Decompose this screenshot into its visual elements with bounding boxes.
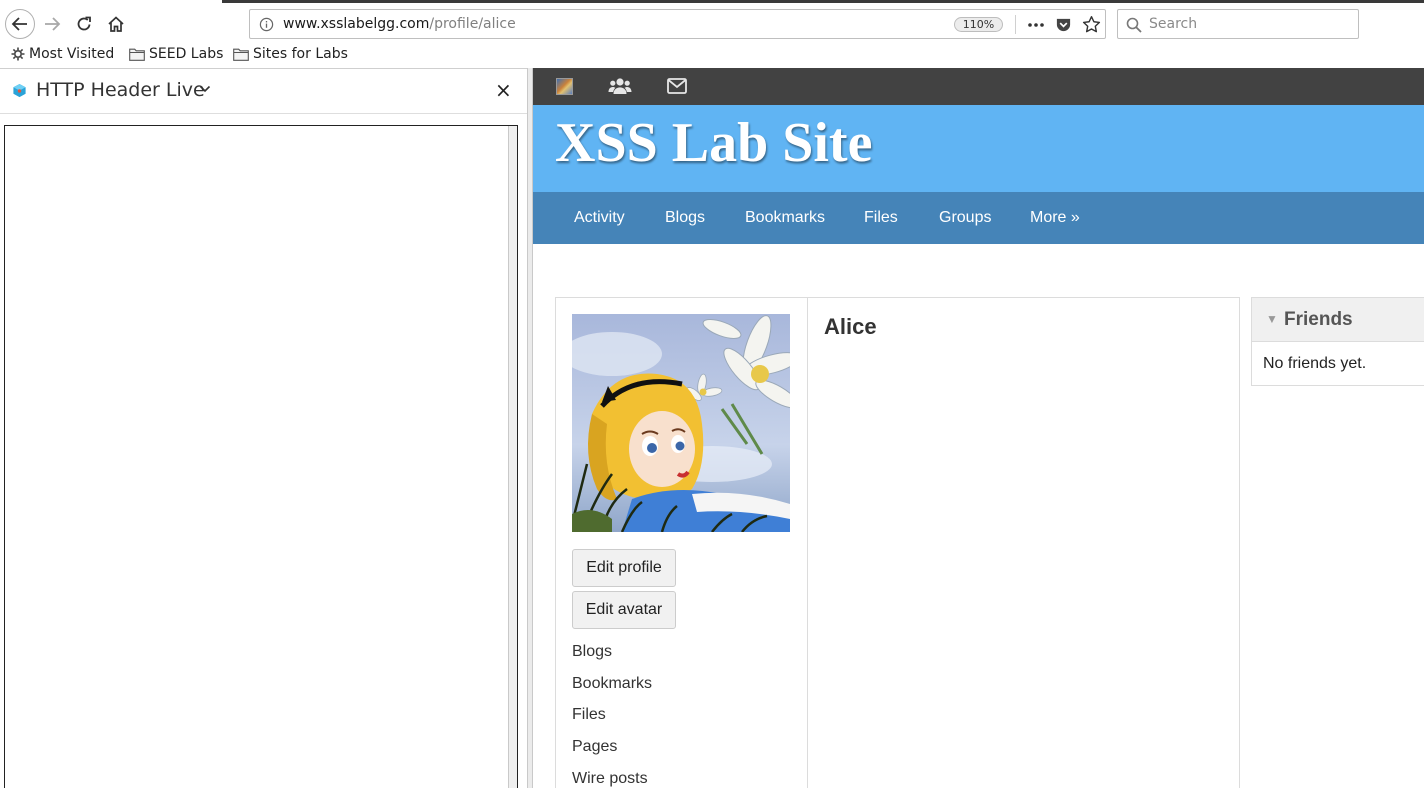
search-icon	[1126, 17, 1142, 33]
menu-item-more[interactable]: More »	[1030, 209, 1080, 227]
sidebar-close-button[interactable]: ×	[495, 80, 512, 100]
friends-icon[interactable]	[608, 77, 632, 96]
menu-item-bookmarks[interactable]: Bookmarks	[745, 209, 825, 227]
bookmark-label: SEED Labs	[149, 46, 224, 62]
url-text[interactable]: www.xsslabelgg.com/profile/alice	[283, 16, 516, 32]
user-avatar-icon[interactable]	[556, 78, 573, 95]
menu-item-groups[interactable]: Groups	[939, 209, 991, 227]
gear-icon	[11, 47, 25, 61]
menu-item-blogs[interactable]: Blogs	[665, 209, 705, 227]
menu-item-activity[interactable]: Activity	[574, 209, 625, 227]
url-bar[interactable]: www.xsslabelgg.com/profile/alice 110%	[249, 9, 1106, 39]
url-path: /profile/alice	[429, 16, 516, 32]
edit-profile-button[interactable]: Edit profile	[572, 549, 676, 587]
home-button[interactable]	[102, 10, 130, 38]
forward-arrow-icon	[45, 17, 61, 31]
forward-button[interactable]	[38, 10, 66, 38]
sidebar-scrollbar[interactable]	[508, 126, 517, 788]
edit-avatar-button[interactable]: Edit avatar	[572, 591, 676, 629]
owner-link-wire-posts[interactable]: Wire posts	[572, 770, 648, 788]
back-button[interactable]	[5, 9, 35, 39]
friends-empty-message: No friends yet.	[1263, 355, 1367, 372]
http-header-live-sidebar: HTTP Header Live ×	[0, 68, 527, 788]
home-icon	[108, 16, 124, 32]
folder-icon	[233, 48, 249, 61]
friends-module: ▼ Friends No friends yet.	[1251, 297, 1424, 386]
pocket-icon[interactable]	[1055, 16, 1072, 33]
avatar-illustration	[572, 314, 790, 532]
http-header-live-icon	[13, 83, 26, 98]
web-page: XSS Lab Site Activity Blogs Bookmarks Fi…	[533, 68, 1424, 788]
mail-icon[interactable]	[667, 78, 687, 94]
bookmark-label: Most Visited	[29, 46, 115, 62]
zoom-level-badge[interactable]: 110%	[954, 17, 1003, 32]
menu-item-files[interactable]: Files	[864, 209, 898, 227]
bookmark-most-visited[interactable]: Most Visited	[11, 46, 114, 62]
info-icon[interactable]	[259, 17, 274, 32]
site-menu: Activity Blogs Bookmarks Files Groups Mo…	[533, 192, 1424, 244]
url-host: www.xsslabelgg.com	[283, 16, 430, 32]
site-header: XSS Lab Site	[533, 105, 1424, 192]
sidebar-title[interactable]: HTTP Header Live	[36, 79, 205, 101]
site-topbar	[533, 68, 1424, 105]
profile-avatar	[572, 314, 790, 532]
friends-title: Friends	[1284, 309, 1353, 330]
collapse-caret-icon[interactable]: ▼	[1266, 312, 1278, 326]
chevron-down-icon[interactable]	[199, 84, 211, 94]
owner-link-files[interactable]: Files	[572, 706, 606, 724]
bookmark-sites-for-labs[interactable]: Sites for Labs	[233, 46, 348, 62]
profile-box: Edit profile Edit avatar Blogs Bookmarks…	[555, 297, 1240, 788]
search-placeholder: Search	[1149, 16, 1198, 32]
search-bar[interactable]: Search	[1117, 9, 1359, 39]
bookmark-label: Sites for Labs	[253, 46, 348, 62]
owner-link-pages[interactable]: Pages	[572, 738, 617, 756]
reload-button[interactable]	[70, 10, 98, 38]
owner-link-bookmarks[interactable]: Bookmarks	[572, 675, 652, 693]
friends-module-header[interactable]: ▼ Friends	[1252, 298, 1424, 342]
sidebar-content-panel	[4, 125, 518, 788]
sidebar-header: HTTP Header Live ×	[0, 69, 527, 114]
bookmarks-toolbar: Most Visited SEED Labs Sites for Labs	[0, 43, 1424, 68]
reload-icon	[77, 16, 91, 31]
site-title[interactable]: XSS Lab Site	[555, 111, 872, 175]
owner-link-blogs[interactable]: Blogs	[572, 643, 612, 661]
bookmark-star-icon[interactable]	[1082, 15, 1101, 34]
bookmark-seed-labs[interactable]: SEED Labs	[129, 46, 223, 62]
back-arrow-icon	[11, 17, 27, 31]
folder-icon	[129, 48, 145, 61]
url-bar-separator	[1015, 15, 1016, 34]
navigation-toolbar: www.xsslabelgg.com/profile/alice 110% Se…	[0, 3, 1424, 43]
page-actions-icon[interactable]	[1026, 15, 1046, 35]
profile-owner-block: Edit profile Edit avatar Blogs Bookmarks…	[556, 298, 808, 788]
profile-name: Alice	[824, 314, 877, 339]
